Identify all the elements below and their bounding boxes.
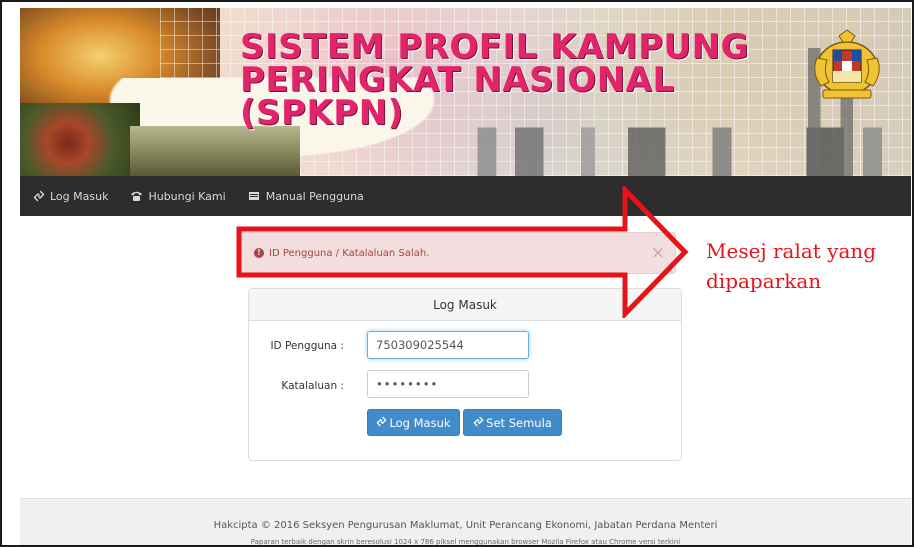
phone-icon: [130, 190, 143, 202]
password-label: Katalaluan :: [281, 380, 344, 392]
user-id-label: ID Pengguna :: [270, 340, 344, 352]
site-title: SISTEM PROFIL KAMPUNG PERINGKAT NASIONAL…: [240, 27, 749, 133]
login-button[interactable]: Log Masuk: [367, 409, 460, 436]
annotation-callout: Mesej ralat yang dipaparkan: [706, 239, 877, 293]
page-footer: Hakcipta © 2016 Seksyen Pengurusan Maklu…: [20, 498, 911, 546]
annotation-arrow: [236, 186, 689, 318]
malaysia-crest-icon: [814, 29, 880, 99]
reset-button[interactable]: Set Semula: [463, 409, 562, 436]
nav-item-log-masuk[interactable]: Log Masuk: [32, 190, 108, 203]
password-input[interactable]: ••••••••: [367, 370, 529, 398]
link-icon: [32, 190, 45, 202]
user-id-input[interactable]: 750309025544: [367, 331, 529, 359]
link-icon: [376, 416, 387, 430]
banner-palm-photo: [20, 103, 140, 176]
link-icon: [473, 416, 484, 430]
nav-item-hubungi-kami[interactable]: Hubungi Kami: [130, 190, 226, 203]
screenshot-frame: SISTEM PROFIL KAMPUNG PERINGKAT NASIONAL…: [0, 0, 914, 547]
banner-field-photo: [130, 126, 300, 176]
footer-note: Paparan terbaik dengan skrin beresolusi …: [250, 538, 681, 546]
header-banner: SISTEM PROFIL KAMPUNG PERINGKAT NASIONAL…: [20, 8, 911, 176]
footer-copyright: Hakcipta © 2016 Seksyen Pengurusan Maklu…: [213, 520, 718, 531]
